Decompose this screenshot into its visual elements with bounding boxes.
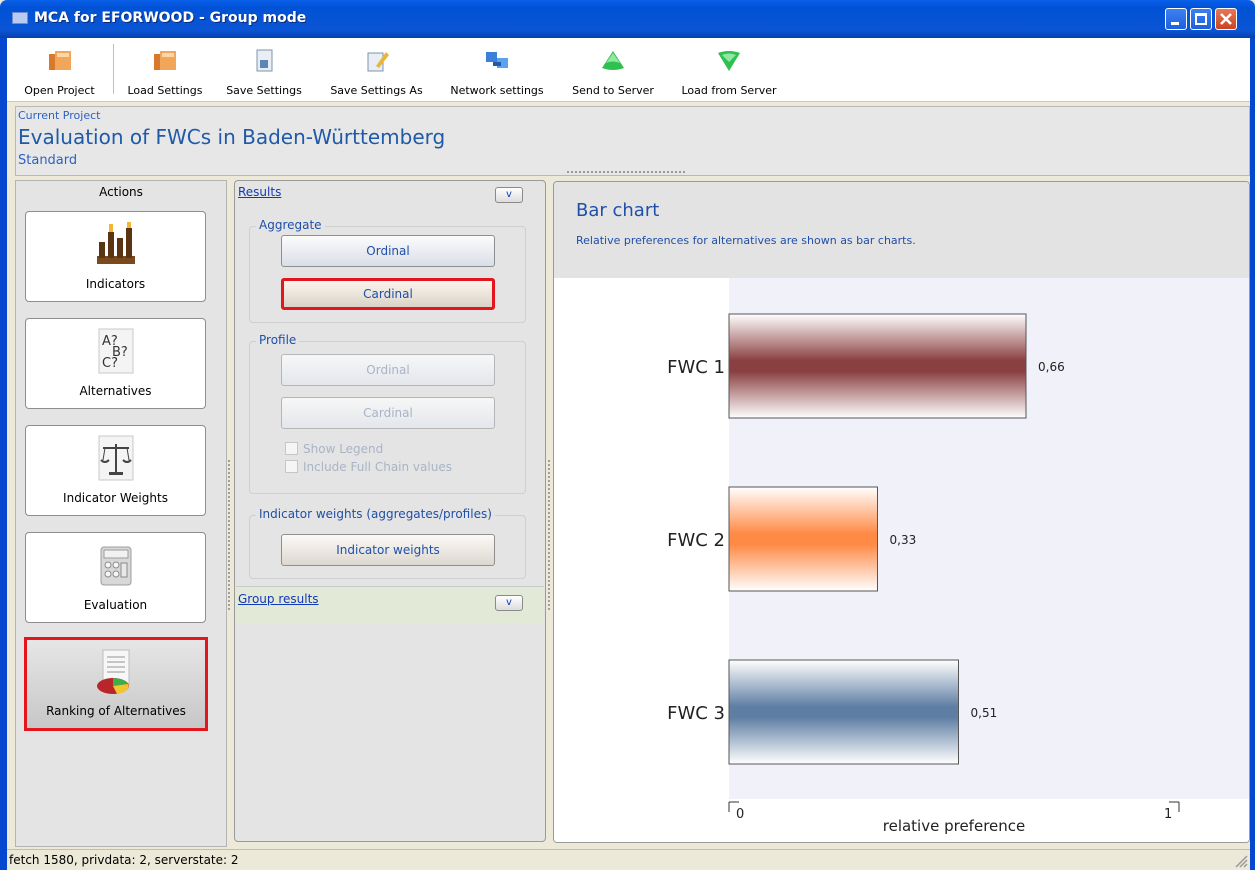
value-label: 0,66 bbox=[1038, 360, 1065, 374]
action-indicators-button[interactable]: Indicators bbox=[25, 211, 206, 302]
send-to-server-button[interactable]: Send to Server bbox=[558, 38, 668, 102]
bar-fwc-1 bbox=[728, 313, 1027, 419]
question-letters-icon: A? B? C? bbox=[98, 328, 133, 374]
bar-chart-icon bbox=[96, 222, 135, 264]
open-project-button[interactable]: Open Project bbox=[7, 38, 112, 102]
close-button[interactable] bbox=[1215, 8, 1237, 30]
value-label: 0,51 bbox=[971, 706, 998, 720]
category-label: FWC 1 bbox=[667, 357, 725, 378]
action-evaluation-button[interactable]: Evaluation bbox=[25, 532, 206, 623]
left-splitter-handle[interactable] bbox=[228, 460, 231, 610]
category-label: FWC 3 bbox=[667, 703, 725, 724]
minimize-button[interactable] bbox=[1165, 8, 1187, 30]
action-label: Ranking of Alternatives bbox=[46, 704, 186, 718]
profile-cardinal-button[interactable]: Cardinal bbox=[281, 397, 495, 429]
folder-icon bbox=[154, 51, 176, 70]
checkbox-box[interactable] bbox=[285, 460, 298, 473]
group-results-link[interactable]: Group results bbox=[238, 592, 319, 606]
middle-splitter-handle[interactable] bbox=[548, 460, 551, 610]
category-label: FWC 2 bbox=[667, 530, 725, 551]
resize-grip-icon[interactable] bbox=[1234, 854, 1248, 868]
x-axis-label: relative preference bbox=[883, 817, 1026, 835]
plot-area: FWC 1 0,66 FWC 2 0,33 FWC 3 0,51 0 1 relative… bbox=[554, 278, 1249, 842]
maximize-button[interactable] bbox=[1190, 8, 1212, 30]
project-variant: Standard bbox=[18, 153, 78, 168]
action-label: Indicators bbox=[85, 277, 146, 291]
window-title: MCA for EFORWOOD - Group mode bbox=[34, 10, 307, 26]
aggregate-ordinal-button[interactable]: Ordinal bbox=[281, 235, 495, 267]
close-icon bbox=[1220, 13, 1232, 25]
profile-ordinal-button[interactable]: Ordinal bbox=[281, 354, 495, 386]
results-options-panel: Results v Aggregate Ordinal Cardinal Pro… bbox=[234, 180, 546, 842]
save-settings-as-button[interactable]: Save Settings As bbox=[316, 38, 437, 102]
save-settings-button[interactable]: Save Settings bbox=[215, 38, 313, 102]
toolbar-separator bbox=[113, 44, 114, 94]
actions-heading: Actions bbox=[99, 185, 143, 199]
network-icon bbox=[486, 52, 508, 68]
svg-text:C?: C? bbox=[102, 356, 118, 371]
aggregate-title: Aggregate bbox=[256, 218, 325, 232]
checkbox-box[interactable] bbox=[285, 442, 298, 455]
aggregate-cardinal-button[interactable]: Cardinal bbox=[281, 278, 495, 310]
scales-icon bbox=[98, 435, 133, 481]
include-full-chain-checkbox[interactable]: Include Full Chain values bbox=[285, 460, 452, 474]
chart-header: Bar chart Relative preferences for alter… bbox=[554, 182, 1249, 278]
status-bar: fetch 1580, privdata: 2, serverstate: 2 bbox=[7, 849, 1250, 870]
results-section-link[interactable]: Results bbox=[238, 185, 281, 199]
horizontal-splitter-handle[interactable] bbox=[567, 171, 685, 173]
bar-fwc-3 bbox=[728, 659, 959, 765]
chart-panel: Bar chart Relative preferences for alter… bbox=[553, 181, 1250, 843]
network-settings-button[interactable]: Network settings bbox=[439, 38, 555, 102]
save-file-icon bbox=[256, 49, 273, 72]
toolbar: Open Project Load Settings Save Settings… bbox=[7, 38, 1250, 102]
action-indicator-weights-button[interactable]: Indicator Weights bbox=[25, 425, 206, 516]
current-project-caption: Current Project bbox=[18, 109, 101, 122]
green-up-triangle-icon bbox=[602, 51, 624, 70]
group-results-collapse-button[interactable]: v bbox=[495, 595, 523, 611]
load-settings-button[interactable]: Load Settings bbox=[118, 38, 212, 102]
minimize-icon bbox=[1171, 22, 1179, 25]
actions-panel: Actions Indicators A? B? C? Alternatives… bbox=[15, 180, 227, 847]
maximize-icon bbox=[1195, 13, 1207, 25]
show-legend-checkbox[interactable]: Show Legend bbox=[285, 442, 383, 456]
app-icon bbox=[12, 12, 28, 24]
window-frame-right bbox=[1250, 38, 1255, 870]
indicator-weights-button[interactable]: Indicator weights bbox=[281, 534, 495, 566]
action-alternatives-button[interactable]: A? B? C? Alternatives bbox=[25, 318, 206, 409]
profile-title: Profile bbox=[256, 333, 300, 347]
group-results-bar: Group results v bbox=[236, 586, 544, 624]
status-text: fetch 1580, privdata: 2, serverstate: 2 bbox=[9, 853, 239, 867]
results-collapse-button[interactable]: v bbox=[495, 187, 523, 203]
action-ranking-of-alternatives-button[interactable]: Ranking of Alternatives bbox=[24, 637, 208, 731]
chart-description: Relative preferences for alternatives ar… bbox=[576, 234, 916, 247]
save-as-icon bbox=[367, 52, 389, 72]
pie-chart-document-icon bbox=[97, 649, 130, 694]
folder-open-icon bbox=[48, 51, 71, 70]
x-tick-label: 1 bbox=[1164, 807, 1172, 822]
calculator-icon bbox=[100, 546, 131, 586]
project-name: Evaluation of FWCs in Baden-Württemberg bbox=[18, 125, 446, 149]
current-project-panel: Current Project Evaluation of FWCs in Ba… bbox=[15, 106, 1250, 176]
x-tick-label: 0 bbox=[736, 807, 744, 822]
action-label: Alternatives bbox=[79, 384, 152, 398]
bar-chart: FWC 1 0,66 FWC 2 0,33 FWC 3 0,51 0 1 relative… bbox=[667, 278, 1249, 835]
title-bar[interactable]: MCA for EFORWOOD - Group mode bbox=[0, 0, 1255, 38]
green-down-triangle-icon bbox=[718, 51, 740, 71]
action-label: Evaluation bbox=[83, 598, 148, 612]
action-label: Indicator Weights bbox=[63, 491, 168, 505]
indicator-weights-title: Indicator weights (aggregates/profiles) bbox=[256, 507, 495, 521]
value-label: 0,33 bbox=[890, 533, 917, 547]
chart-title: Bar chart bbox=[576, 200, 660, 221]
load-from-server-button[interactable]: Load from Server bbox=[671, 38, 787, 102]
bar-fwc-2 bbox=[728, 486, 878, 592]
window-frame-left bbox=[0, 38, 7, 870]
